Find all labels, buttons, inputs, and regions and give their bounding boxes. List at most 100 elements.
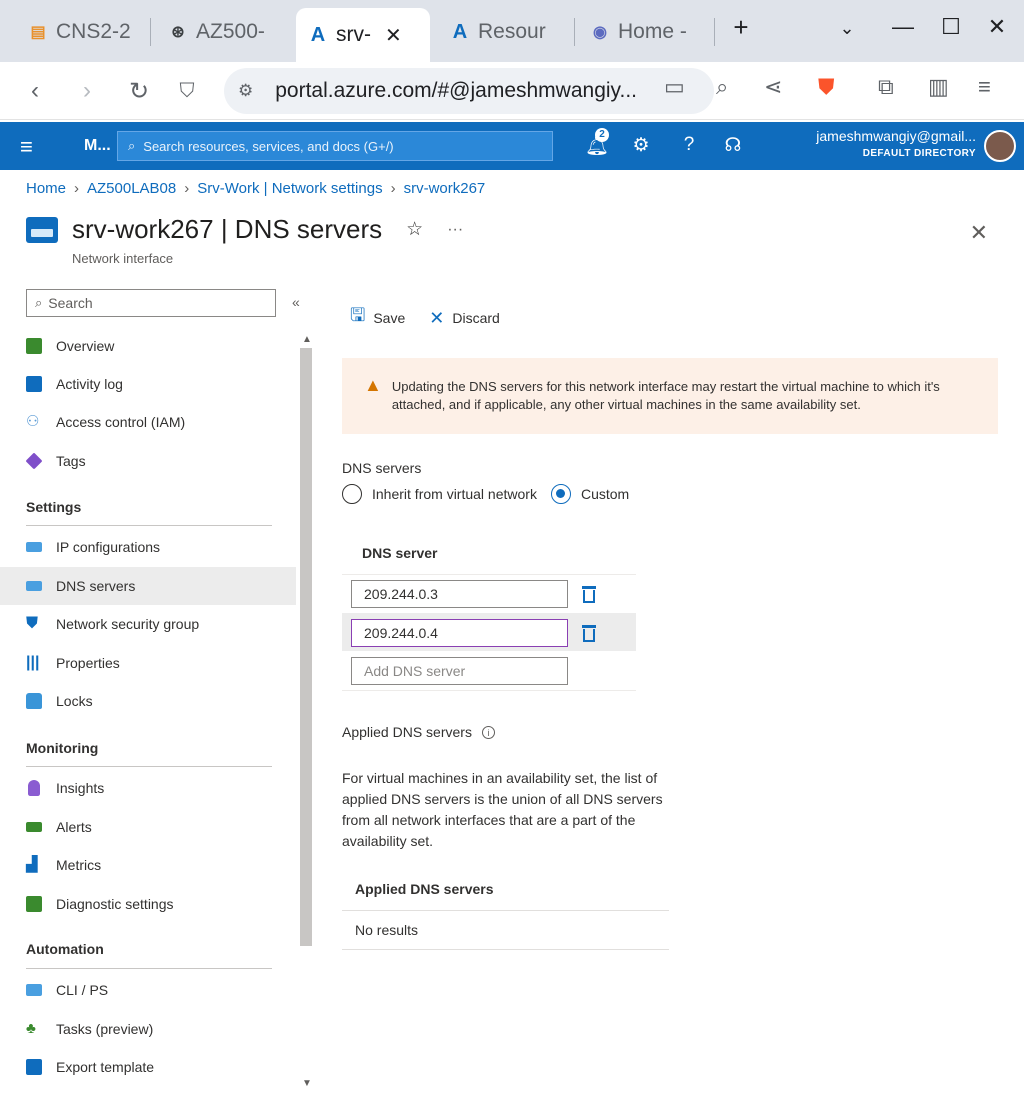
- minimize-icon[interactable]: —: [888, 14, 918, 40]
- browser-tab-az500[interactable]: ⊛ AZ500-: [156, 10, 286, 54]
- breadcrumb-nic[interactable]: srv-work267: [404, 180, 486, 197]
- breadcrumb-home[interactable]: Home: [26, 180, 66, 197]
- back-icon[interactable]: ‹: [18, 74, 52, 108]
- nav-search-input[interactable]: ⌕ Search: [26, 289, 276, 317]
- sidebar-icon[interactable]: ▥: [928, 74, 949, 100]
- delete-icon[interactable]: [580, 623, 598, 643]
- chevron-right-icon: ›: [74, 180, 80, 197]
- sidebar-item-iam[interactable]: ⚇ Access control (IAM): [0, 403, 296, 441]
- notification-badge: 2: [595, 128, 609, 142]
- custom-radio[interactable]: [550, 484, 571, 504]
- zoom-icon[interactable]: ⌕: [716, 74, 728, 100]
- tab-separator: [574, 18, 575, 46]
- sidebar-item-properties[interactable]: ||| Properties: [0, 644, 296, 682]
- window-close-icon[interactable]: ✕: [982, 14, 1012, 40]
- breadcrumb-network-settings[interactable]: Srv-Work | Network settings: [197, 180, 382, 197]
- browser-tab-resource[interactable]: A Resour: [438, 10, 568, 54]
- site-settings-icon[interactable]: ⚙: [238, 81, 253, 101]
- avatar[interactable]: [984, 130, 1016, 162]
- extensions-icon[interactable]: ⧉: [878, 74, 894, 100]
- account-info[interactable]: jameshmwangiy@gmail... DEFAULT DIRECTORY: [816, 128, 976, 159]
- warning-banner: ▲ Updating the DNS servers for this netw…: [342, 358, 998, 434]
- save-button[interactable]: Save: [373, 310, 405, 326]
- lock-icon: [26, 693, 42, 709]
- warning-text: Updating the DNS servers for this networ…: [391, 379, 940, 412]
- applied-dns-column-header: Applied DNS servers: [355, 881, 494, 897]
- dns-server-input[interactable]: 209.244.0.3: [351, 580, 568, 608]
- scroll-down-icon[interactable]: ▼: [302, 1078, 312, 1089]
- settings-heading: Settings: [26, 499, 82, 515]
- openai-icon: ⊛: [171, 24, 185, 41]
- maximize-icon[interactable]: ☐: [936, 14, 966, 40]
- inherit-radio-label[interactable]: Inherit from virtual network: [372, 486, 537, 502]
- favorite-star-icon[interactable]: ☆: [406, 218, 423, 241]
- shield-icon: ⛊: [26, 615, 39, 632]
- portal-menu-icon[interactable]: ≡: [20, 134, 33, 160]
- info-icon[interactable]: i: [481, 725, 495, 739]
- tab-search-icon[interactable]: ⌄: [832, 18, 862, 39]
- sidebar-item-alerts[interactable]: Alerts: [0, 808, 296, 846]
- tab-separator: [150, 18, 151, 46]
- sidebar-item-tasks[interactable]: ♣ Tasks (preview): [0, 1010, 296, 1048]
- alerts-icon: [26, 822, 42, 832]
- browser-tab-srv[interactable]: A srv- ✕: [296, 8, 430, 62]
- more-options-icon[interactable]: ···: [447, 221, 463, 239]
- feedback-icon[interactable]: ☊: [720, 134, 746, 157]
- browser-tab-home[interactable]: ◉ Home -: [578, 10, 712, 54]
- sidebar-item-activity-log[interactable]: Activity log: [0, 365, 296, 403]
- sidebar-item-locks[interactable]: Locks: [0, 682, 296, 720]
- sidebar-item-cli-ps[interactable]: CLI / PS: [0, 971, 296, 1009]
- close-tab-icon[interactable]: ✕: [385, 23, 402, 48]
- sidebar-item-dns-servers[interactable]: DNS servers: [0, 567, 296, 605]
- applied-dns-label: Applied DNS servers i: [342, 724, 495, 740]
- azure-icon: A: [452, 20, 468, 43]
- bookmark-icon[interactable]: ⛉: [170, 74, 204, 108]
- sidebar-item-network-security-group[interactable]: ⛊ Network security group: [0, 605, 296, 643]
- browser-tab-cns2[interactable]: ▤ CNS2-2: [16, 10, 144, 54]
- help-icon[interactable]: ?: [676, 134, 702, 156]
- reload-icon[interactable]: ↻: [122, 74, 156, 108]
- close-icon[interactable]: ✕: [970, 220, 988, 246]
- sidebar-item-tags[interactable]: Tags: [0, 442, 296, 480]
- sidebar-item-diagnostic-settings[interactable]: Diagnostic settings: [0, 885, 296, 923]
- settings-icon[interactable]: ⚙: [628, 134, 654, 157]
- add-dns-server-input[interactable]: Add DNS server: [351, 657, 568, 685]
- inherit-radio[interactable]: [342, 484, 362, 504]
- new-tab-button[interactable]: +: [726, 12, 756, 43]
- custom-radio-label[interactable]: Custom: [581, 486, 629, 502]
- portal-brand[interactable]: M...: [84, 137, 111, 155]
- dns-mode-radio-group: Inherit from virtual network Custom: [342, 484, 629, 504]
- scroll-up-icon[interactable]: ▲: [302, 334, 312, 345]
- resource-type-label: Network interface: [72, 251, 174, 266]
- applied-dns-description: For virtual machines in an availability …: [342, 770, 663, 849]
- sidebar-item-export-template[interactable]: Export template: [0, 1048, 296, 1086]
- divider: [342, 949, 669, 950]
- breadcrumb-resource-group[interactable]: AZ500LAB08: [87, 180, 176, 197]
- chatgpt-icon: ◉: [593, 24, 607, 41]
- search-icon: ⌕: [35, 295, 43, 310]
- menu-icon[interactable]: ≡: [978, 74, 991, 100]
- page-header: srv-work267 | DNS servers ☆ ···: [26, 214, 463, 245]
- chevron-right-icon: ›: [390, 180, 396, 197]
- ip-config-icon: [26, 542, 42, 552]
- diagnostic-icon: [26, 896, 42, 912]
- brave-shield-icon[interactable]: ⛊: [818, 74, 835, 100]
- sidebar-item-insights[interactable]: Insights: [0, 769, 296, 807]
- browser-toolbar: ‹ › ↻ ⛉ ⚙ portal.azure.com/#@jameshmwang…: [0, 62, 1024, 120]
- share-icon[interactable]: ⋖: [764, 74, 782, 100]
- sidebar-item-metrics[interactable]: ▟ Metrics: [0, 846, 296, 884]
- address-bar[interactable]: ⚙ portal.azure.com/#@jameshmwangiy...: [224, 68, 714, 114]
- global-search-input[interactable]: ⌕ Search resources, services, and docs (…: [117, 131, 553, 161]
- collapse-nav-icon[interactable]: «: [292, 294, 300, 310]
- no-results-text: No results: [355, 922, 419, 938]
- cast-icon[interactable]: ▭: [664, 74, 685, 100]
- scrollbar-thumb[interactable]: [300, 348, 312, 946]
- dns-server-input[interactable]: 209.244.0.4: [351, 619, 568, 647]
- sidebar-item-overview[interactable]: Overview: [0, 327, 296, 365]
- discard-button[interactable]: Discard: [452, 310, 499, 326]
- sidebar-item-ip-configurations[interactable]: IP configurations: [0, 528, 296, 566]
- azure-icon: A: [310, 23, 326, 46]
- forward-icon[interactable]: ›: [70, 74, 104, 108]
- tag-icon: [25, 452, 43, 470]
- delete-icon[interactable]: [580, 584, 598, 604]
